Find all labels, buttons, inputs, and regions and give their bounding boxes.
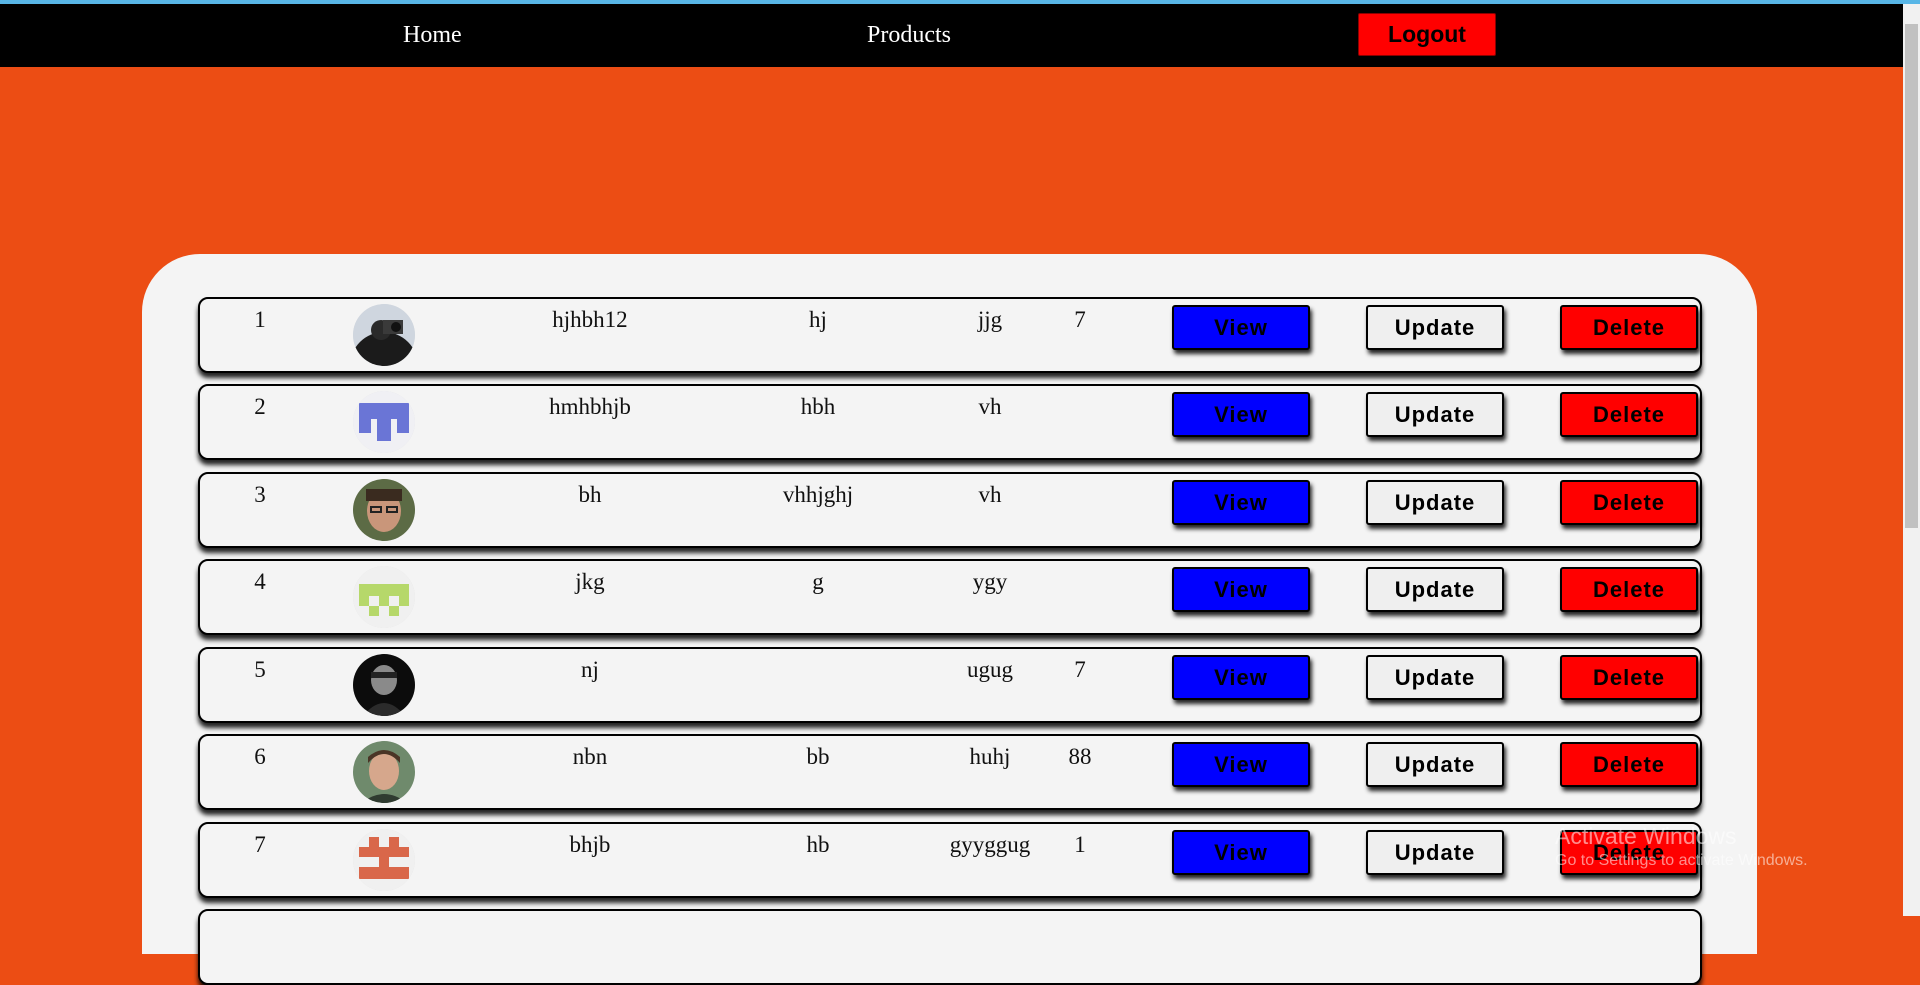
update-button[interactable]: Update <box>1366 480 1504 525</box>
row-number: 1 <box>1074 832 1086 857</box>
watermark-title: Activate Windows <box>1555 823 1737 849</box>
row-name: bh <box>578 482 602 507</box>
row-field-a: hbh <box>800 394 836 419</box>
row-field-b: vh <box>978 482 1002 507</box>
table-row <box>198 909 1702 985</box>
update-button[interactable]: Update <box>1366 392 1504 437</box>
navbar: Home Products Logout <box>0 4 1920 67</box>
row-id: 5 <box>254 657 266 682</box>
row-field-a: g <box>812 569 824 594</box>
update-button[interactable]: Update <box>1366 742 1504 787</box>
view-button[interactable]: View <box>1172 655 1310 700</box>
table-row: 2 hmhbhjb hbh vh View Update Delete <box>198 384 1702 460</box>
photo-person-camera-icon <box>353 304 415 366</box>
photo-man-glasses-icon <box>353 479 415 541</box>
row-id: 6 <box>254 744 266 769</box>
records-panel: 1 hjhbh12 hj jjg 7 View Update Delete 2 … <box>142 254 1757 985</box>
row-number: 7 <box>1074 657 1086 682</box>
row-number: 7 <box>1074 307 1086 332</box>
update-button[interactable]: Update <box>1366 305 1504 350</box>
vertical-scrollbar[interactable] <box>1903 4 1920 916</box>
row-name: hmhbhjb <box>549 394 631 419</box>
photo-dark-person-icon <box>353 654 415 716</box>
update-button[interactable]: Update <box>1366 655 1504 700</box>
delete-button[interactable]: Delete <box>1560 742 1698 787</box>
view-button[interactable]: View <box>1172 480 1310 525</box>
delete-button[interactable]: Delete <box>1560 480 1698 525</box>
delete-button[interactable]: Delete <box>1560 655 1698 700</box>
activate-windows-watermark: Activate Windows Go to Settings to activ… <box>1555 822 1808 872</box>
update-button[interactable]: Update <box>1366 830 1504 875</box>
row-number: 88 <box>1068 744 1092 769</box>
scrollbar-thumb[interactable] <box>1905 24 1918 528</box>
table-row: 1 hjhbh12 hj jjg 7 View Update Delete <box>198 297 1702 373</box>
row-field-b: ygy <box>972 569 1008 594</box>
row-field-a: hb <box>806 832 830 857</box>
view-button[interactable]: View <box>1172 742 1310 787</box>
blue-identicon-icon <box>353 391 415 453</box>
row-id: 4 <box>254 569 266 594</box>
delete-button[interactable]: Delete <box>1560 392 1698 437</box>
row-name: nj <box>581 657 599 682</box>
row-id: 1 <box>254 307 266 332</box>
watermark-subtitle: Go to Settings to activate Windows. <box>1555 852 1808 869</box>
logout-button[interactable]: Logout <box>1358 13 1496 56</box>
row-field-a: vhhjghj <box>782 482 854 507</box>
row-name: hjhbh12 <box>552 307 628 332</box>
table-row: 5 nj ugug 7 View Update Delete <box>198 647 1702 723</box>
nav-products-link[interactable]: Products <box>867 20 951 50</box>
view-button[interactable]: View <box>1172 830 1310 875</box>
update-button[interactable]: Update <box>1366 567 1504 612</box>
row-field-b: vh <box>978 394 1002 419</box>
row-name: nbn <box>572 744 608 769</box>
view-button[interactable]: View <box>1172 567 1310 612</box>
delete-button[interactable]: Delete <box>1560 567 1698 612</box>
view-button[interactable]: View <box>1172 392 1310 437</box>
table-row: 6 nbn bb huhj 88 View Update Delete <box>198 734 1702 810</box>
nav-home-link[interactable]: Home <box>403 20 462 50</box>
photo-young-man-icon <box>353 741 415 803</box>
view-button[interactable]: View <box>1172 305 1310 350</box>
row-name: jkg <box>575 569 605 594</box>
table-row: 4 jkg g ygy View Update Delete <box>198 559 1702 635</box>
delete-button[interactable]: Delete <box>1560 305 1698 350</box>
row-id: 3 <box>254 482 266 507</box>
row-id: 7 <box>254 832 266 857</box>
orange-identicon-icon <box>353 829 415 891</box>
row-field-a: hj <box>809 307 827 332</box>
row-id: 2 <box>254 394 266 419</box>
table-row: 7 bhjb hb gyyggug 1 View Update Delete <box>198 822 1702 898</box>
row-name: bhjb <box>569 832 611 857</box>
green-identicon-icon <box>353 566 415 628</box>
table-row: 3 bh vhhjghj vh View Update Delete <box>198 472 1702 548</box>
row-field-a: bb <box>806 744 830 769</box>
